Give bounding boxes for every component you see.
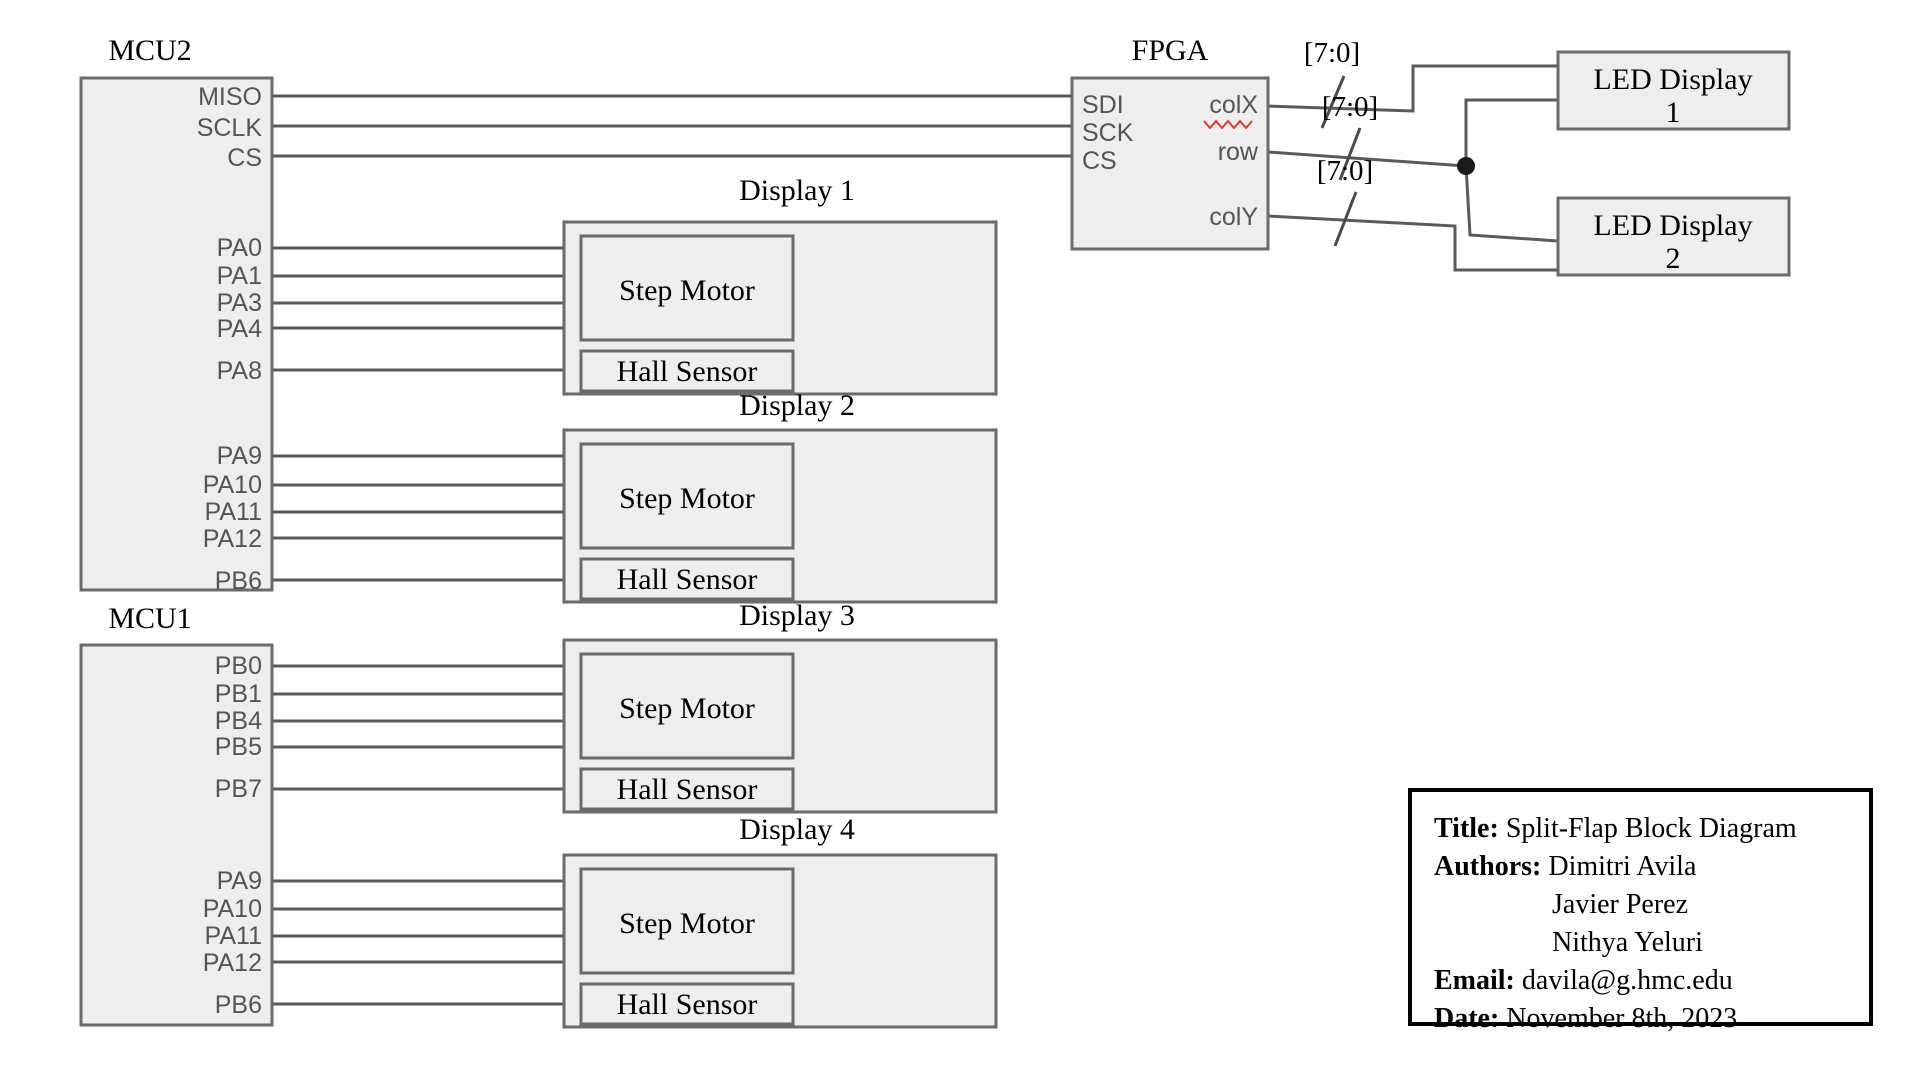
title-block-date-key: Date: — [1434, 1003, 1500, 1034]
led-display-1-label-line2: 1 — [1666, 96, 1681, 129]
mcu1-title: MCU1 — [108, 602, 191, 635]
wire-colx-to-led1 — [1266, 64, 1560, 113]
mcu1-pin-pa12: PA12 — [203, 949, 262, 977]
display-1-step-motor-label: Step Motor — [619, 274, 755, 307]
mcu1-pin-pb6: PB6 — [215, 991, 262, 1019]
display-1-hall-sensor-label: Hall Sensor — [617, 355, 758, 388]
title-block-author-2: Javier Perez — [1552, 889, 1689, 920]
led-display-2-label-line1: LED Display — [1593, 209, 1752, 242]
mcu1-pin-pb1: PB1 — [215, 680, 262, 708]
wire-junction-to-led2 — [1464, 164, 1560, 243]
display-2-title: Display 2 — [739, 389, 855, 422]
mcu1-pin-pa11: PA11 — [205, 922, 262, 950]
mcu1-pin-pa10: PA10 — [203, 895, 262, 923]
title-block-row-date: Date: November 8th, 2023 — [1434, 1000, 1869, 1038]
mcu1-pin-pa9: PA9 — [217, 867, 262, 895]
display-4-hall-sensor-label: Hall Sensor — [617, 988, 758, 1021]
mcu2-pin-miso: MISO — [198, 83, 262, 111]
mcu1-pin-pb5: PB5 — [215, 733, 262, 761]
title-block-title-value: Split-Flap Block Diagram — [1505, 813, 1797, 844]
bus-label-coly: [7:0] — [1317, 155, 1373, 187]
title-block-row-author-2: Javier Perez — [1434, 886, 1869, 924]
title-block-author-3: Nithya Yeluri — [1552, 927, 1703, 958]
fpga-pin-sck: SCK — [1082, 119, 1134, 147]
title-block-authors-key: Authors: — [1434, 851, 1542, 882]
title-block-row-title: Title: Split-Flap Block Diagram — [1434, 810, 1869, 848]
fpga-pin-cs: CS — [1082, 147, 1117, 175]
display-4-title: Display 4 — [739, 813, 855, 846]
led-display-2-label-line2: 2 — [1666, 242, 1681, 275]
display-1-title: Display 1 — [739, 174, 855, 207]
display-2-hall-sensor-label: Hall Sensor — [617, 563, 758, 596]
mcu2-pin-pb6: PB6 — [215, 567, 262, 595]
mcu2-pin-pa3: PA3 — [217, 289, 262, 317]
mcu2-pin-pa1: PA1 — [217, 262, 262, 290]
title-block-row-authors: Authors: Dimitri Avila — [1434, 848, 1869, 886]
mcu2-pin-pa10: PA10 — [203, 471, 262, 499]
wire-coly-to-led2 — [1266, 214, 1560, 272]
fpga-pin-coly: colY — [1209, 203, 1258, 231]
bus-label-colx: [7:0] — [1304, 37, 1360, 69]
title-block: Title: Split-Flap Block Diagram Authors:… — [1408, 788, 1873, 1034]
led-display-1-label-line1: LED Display — [1593, 63, 1752, 96]
mcu1-pin-pb4: PB4 — [215, 707, 262, 735]
fpga-pin-row: row — [1218, 138, 1259, 166]
mcu1-pin-pb0: PB0 — [215, 652, 262, 680]
mcu2-title: MCU2 — [108, 34, 191, 67]
mcu2-pin-pa0: PA0 — [217, 234, 262, 262]
title-block-date-value: November 8th, 2023 — [1506, 1003, 1738, 1034]
title-block-row-email: Email: davila@g.hmc.edu — [1434, 962, 1869, 1000]
fpga-pin-colx: colX — [1209, 91, 1258, 119]
display-4-step-motor-label: Step Motor — [619, 907, 755, 940]
title-block-title-key: Title: — [1434, 813, 1499, 844]
mcu2-pin-pa11: PA11 — [205, 498, 262, 526]
mcu2-pin-pa4: PA4 — [217, 315, 262, 343]
title-block-email-value: davila@g.hmc.edu — [1521, 965, 1733, 996]
title-block-row-author-3: Nithya Yeluri — [1434, 924, 1869, 962]
block-diagram-canvas: MCU2 MISO SCLK CS PA0 PA1 PA3 PA4 PA8 PA… — [0, 0, 1906, 1066]
mcu2-pin-pa8: PA8 — [217, 357, 262, 385]
fpga-pin-sdi: SDI — [1082, 91, 1124, 119]
title-block-email-key: Email: — [1434, 965, 1515, 996]
mcu1-pin-pb7: PB7 — [215, 775, 262, 803]
display-3-title: Display 3 — [739, 599, 855, 632]
title-block-author-1: Dimitri Avila — [1548, 851, 1697, 882]
mcu2-pin-pa9: PA9 — [217, 442, 262, 470]
display-2-step-motor-label: Step Motor — [619, 482, 755, 515]
display-3-hall-sensor-label: Hall Sensor — [617, 773, 758, 806]
bus-label-row: [7:0] — [1322, 91, 1378, 123]
mcu2-pin-pa12: PA12 — [203, 525, 262, 553]
mcu2-pin-sclk: SCLK — [197, 114, 263, 142]
mcu2-pin-cs: CS — [227, 144, 262, 172]
wire-junction-to-led1 — [1464, 98, 1560, 168]
display-3-step-motor-label: Step Motor — [619, 692, 755, 725]
fpga-title: FPGA — [1132, 34, 1209, 67]
wire-junction-dot — [1457, 157, 1475, 175]
